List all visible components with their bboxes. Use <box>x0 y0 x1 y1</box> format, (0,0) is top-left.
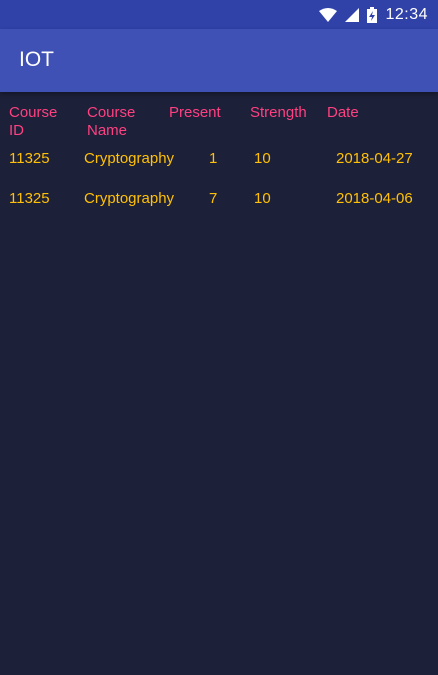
header-date: Date <box>327 104 359 121</box>
app-bar: IOT <box>0 29 438 92</box>
status-time: 12:34 <box>385 5 428 23</box>
cell-present: 1 <box>209 150 218 167</box>
header-course-id-line1: Course <box>9 104 58 121</box>
cell-date: 2018-04-06 <box>336 190 413 207</box>
cell-course-id: 11325 <box>9 190 50 207</box>
cell-course-name: Cryptography <box>84 150 175 167</box>
cell-strength: 10 <box>254 150 271 167</box>
cell-course-id: 11325 <box>9 150 50 167</box>
header-course-name-line2: Name <box>87 122 128 139</box>
header-present: Present <box>169 104 221 121</box>
header-course-id: Course ID <box>9 104 57 140</box>
header-course-name-line1: Course <box>87 104 136 121</box>
app-title: IOT <box>19 48 54 71</box>
cell-date: 2018-04-27 <box>336 150 413 167</box>
cell-strength: 10 <box>254 190 271 207</box>
header-course-name: Course Name <box>87 104 135 140</box>
status-bar: 12:34 <box>0 0 438 29</box>
status-icons: 12:34 <box>319 0 428 29</box>
header-course-id-line2: ID <box>9 122 24 139</box>
header-strength: Strength <box>250 104 307 121</box>
wifi-icon <box>319 7 338 22</box>
cell-present: 7 <box>209 190 218 207</box>
battery-charging-icon <box>367 6 378 23</box>
signal-icon <box>345 7 360 22</box>
cell-course-name: Cryptography <box>84 190 175 207</box>
